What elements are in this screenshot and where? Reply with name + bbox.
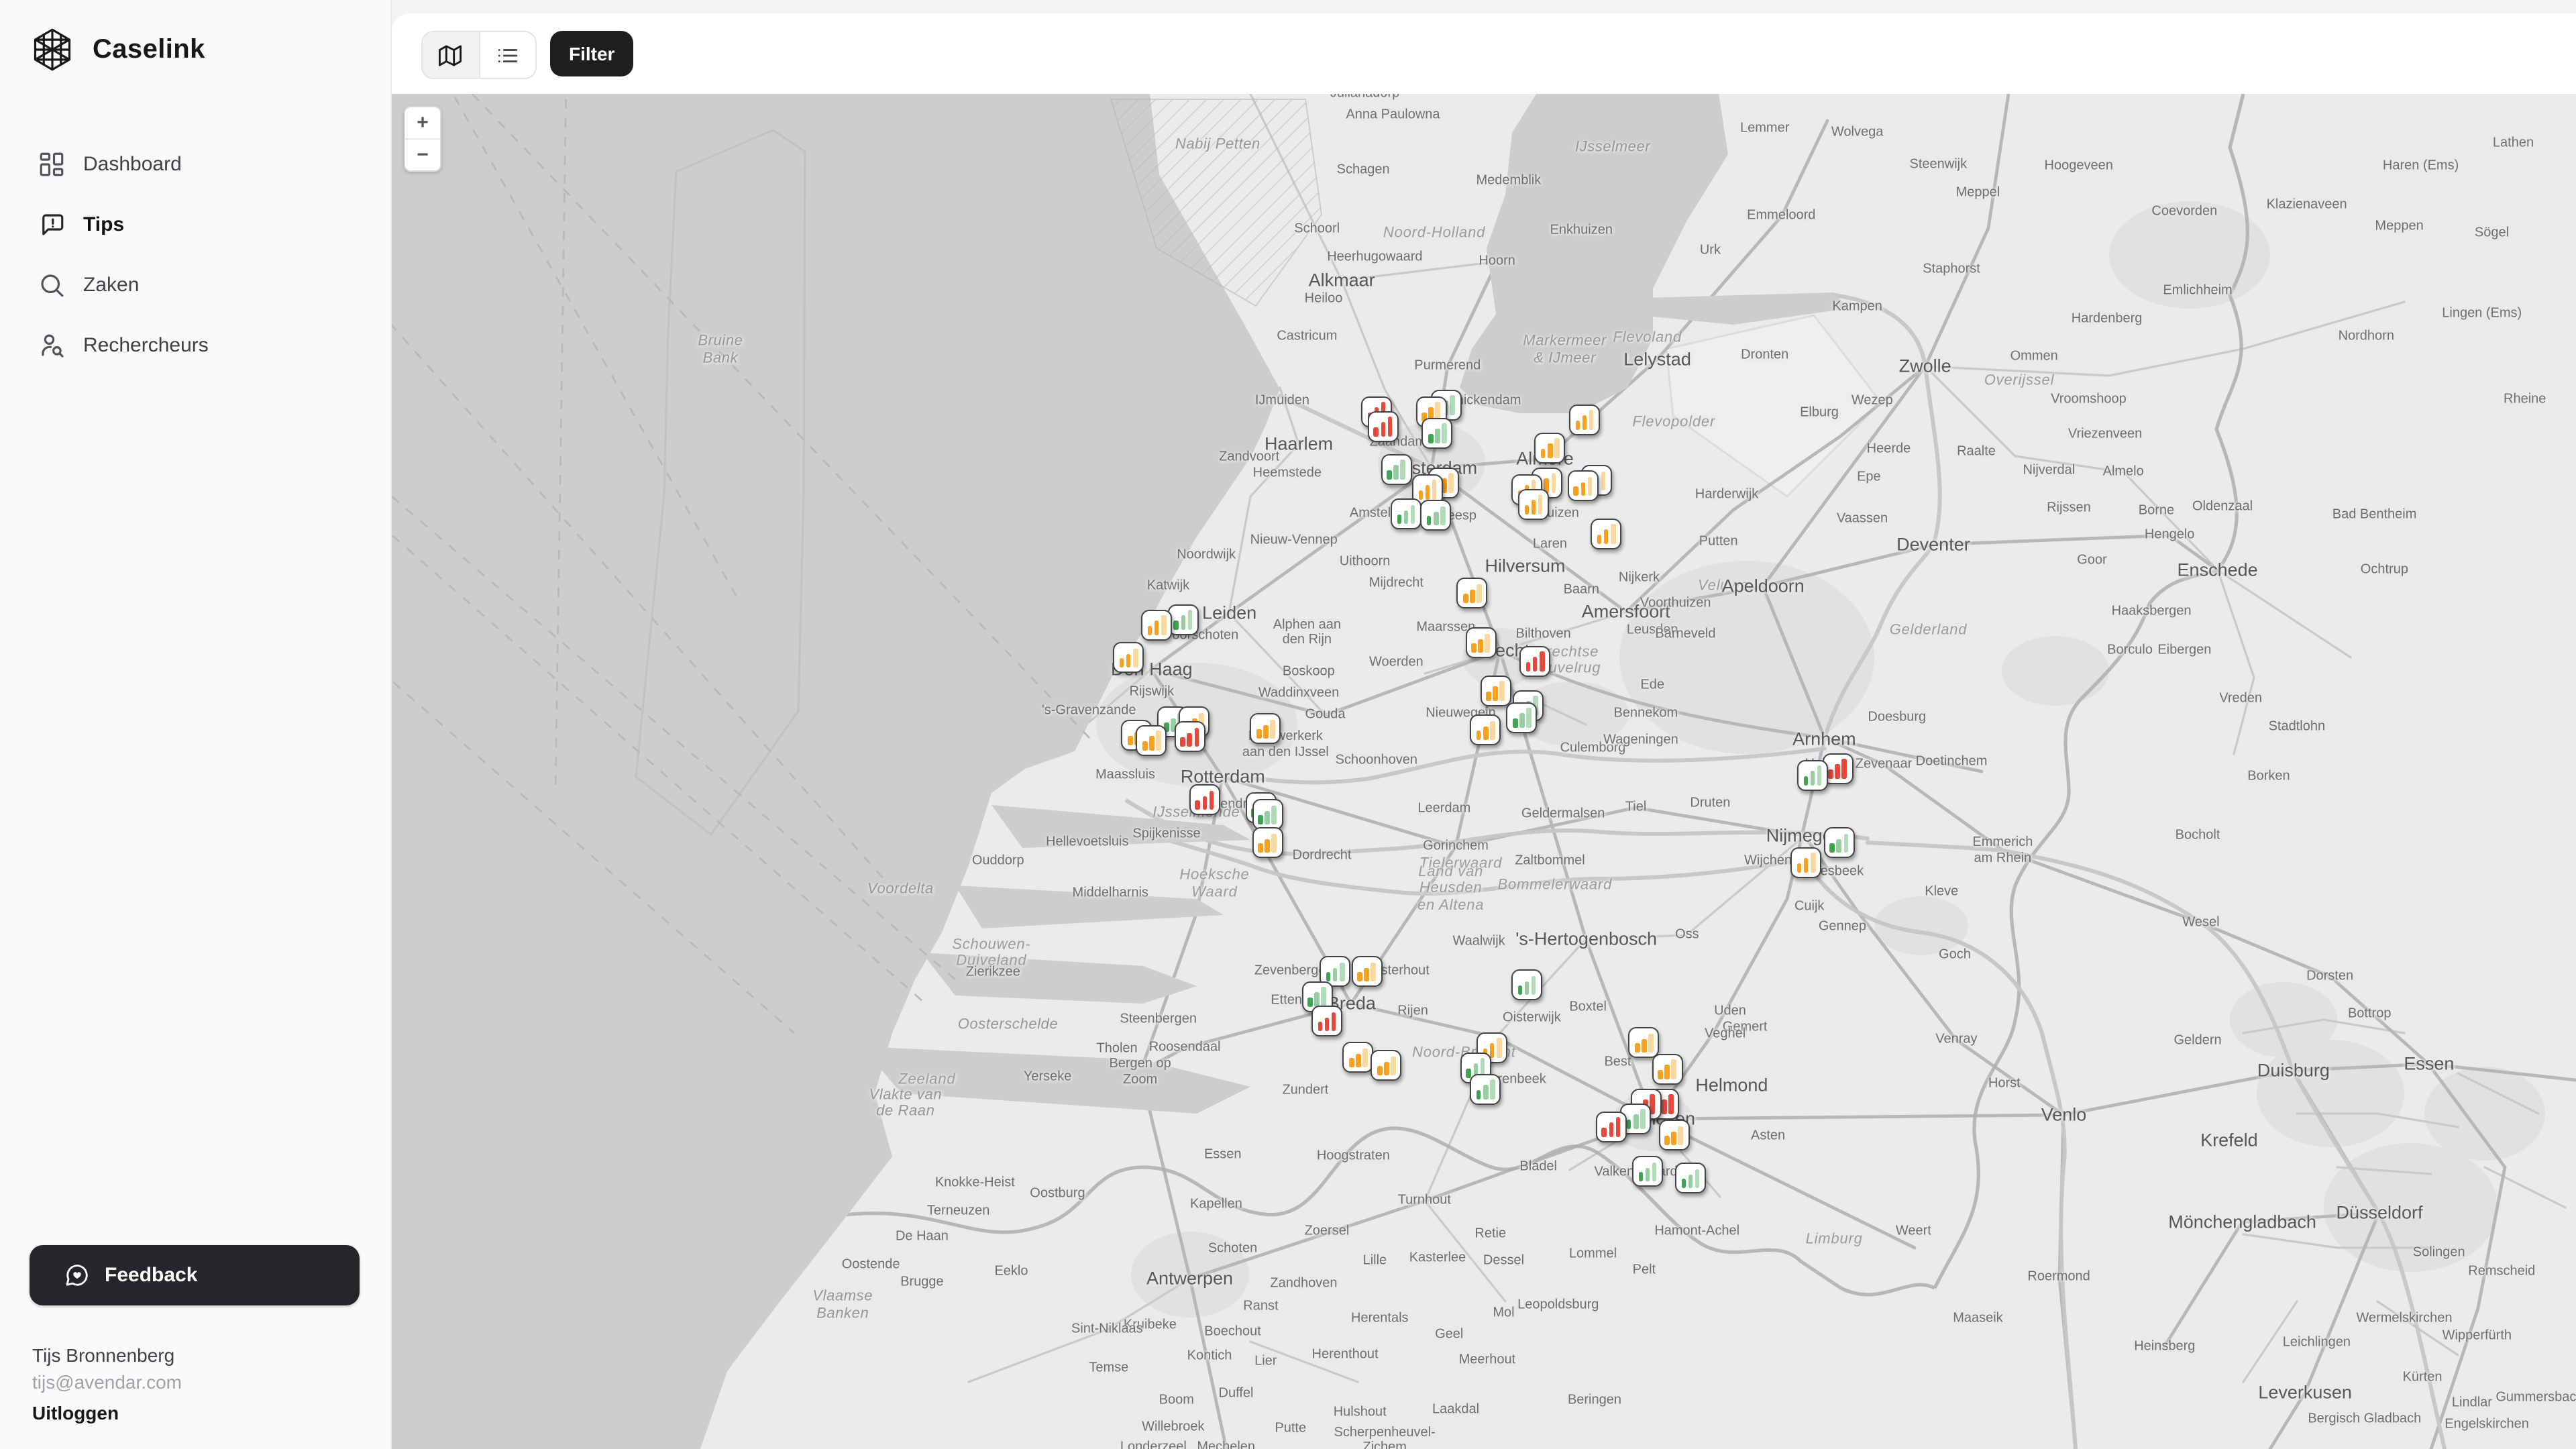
chart-marker-green[interactable] xyxy=(1421,500,1452,531)
chart-marker-red[interactable] xyxy=(1519,645,1550,676)
chart-marker-orange[interactable] xyxy=(1252,827,1283,858)
map-view-icon xyxy=(439,44,462,66)
user-block: Tijs Bronnenberg tijs@avendar.com Uitlog… xyxy=(32,1342,182,1426)
chart-marker-green[interactable] xyxy=(1675,1163,1706,1193)
chart-marker-green[interactable] xyxy=(1507,702,1538,733)
chart-marker-green[interactable] xyxy=(1252,799,1283,830)
sidebar-item-zaken[interactable]: Zaken xyxy=(0,255,390,315)
cube-wireframe-icon xyxy=(30,27,75,72)
feedback-button[interactable]: Feedback xyxy=(30,1245,360,1305)
logo: Caselink xyxy=(30,27,205,72)
chart-marker-orange[interactable] xyxy=(1465,627,1496,658)
feedback-heart-bubble-icon xyxy=(64,1263,90,1288)
zoom-out-button[interactable]: − xyxy=(405,138,440,170)
caselink-app: Caselink DashboardTipsZakenRechercheurs … xyxy=(0,0,2576,1449)
sidebar-item-label: Dashboard xyxy=(83,153,182,176)
sidebar-item-dashboard[interactable]: Dashboard xyxy=(0,134,390,195)
filter-button[interactable]: Filter xyxy=(550,31,633,76)
map-zoom-control: + − xyxy=(404,106,441,172)
dashboard-icon xyxy=(38,150,66,178)
chart-marker-green[interactable] xyxy=(1824,827,1855,858)
user-search-icon xyxy=(38,331,66,360)
view-toggle xyxy=(421,31,537,79)
map-view-button[interactable] xyxy=(423,32,478,78)
sidebar-item-rechercheurs[interactable]: Rechercheurs xyxy=(0,315,390,376)
chart-marker-red[interactable] xyxy=(1596,1112,1627,1142)
sidebar-item-label: Tips xyxy=(83,213,124,236)
chart-marker-red[interactable] xyxy=(1311,1006,1342,1036)
list-view-button[interactable] xyxy=(478,32,535,78)
chart-marker-orange[interactable] xyxy=(1629,1027,1660,1058)
app-title: Caselink xyxy=(93,34,205,65)
map-canvas[interactable]: + − JulianadorpAnna PaulownaNabij Petten… xyxy=(392,94,2576,1449)
chart-marker-red[interactable] xyxy=(1175,722,1205,753)
sidebar-item-label: Rechercheurs xyxy=(83,334,209,357)
chart-marker-orange[interactable] xyxy=(1343,1042,1374,1073)
list-view-icon xyxy=(496,44,519,66)
toolbar: Filter xyxy=(392,13,2576,94)
chart-marker-orange[interactable] xyxy=(1652,1054,1682,1085)
feedback-label: Feedback xyxy=(105,1264,197,1287)
chart-marker-green[interactable] xyxy=(1511,969,1542,1000)
chart-marker-orange[interactable] xyxy=(1569,405,1600,435)
chart-marker-orange[interactable] xyxy=(1534,433,1565,464)
logout-link[interactable]: Uitloggen xyxy=(32,1399,182,1426)
chart-marker-green[interactable] xyxy=(1168,604,1199,635)
chart-marker-orange[interactable] xyxy=(1658,1120,1689,1150)
tips-bubble-icon xyxy=(38,211,66,239)
chart-marker-green[interactable] xyxy=(1381,454,1411,485)
chart-marker-red[interactable] xyxy=(1368,411,1399,442)
chart-marker-orange[interactable] xyxy=(1351,956,1382,987)
main-panel: Filter xyxy=(392,13,2576,1449)
sidebar-item-tips[interactable]: Tips xyxy=(0,195,390,255)
chart-marker-orange[interactable] xyxy=(1480,676,1511,706)
chart-marker-green[interactable] xyxy=(1422,417,1453,448)
zoom-in-button[interactable]: + xyxy=(405,107,440,138)
user-email: tijs@avendar.com xyxy=(32,1369,182,1397)
chart-marker-orange[interactable] xyxy=(1518,488,1549,519)
user-name: Tijs Bronnenberg xyxy=(32,1342,182,1369)
chart-marker-green[interactable] xyxy=(1632,1156,1663,1187)
sidebar: Caselink DashboardTipsZakenRechercheurs … xyxy=(0,0,392,1449)
chart-marker-green[interactable] xyxy=(1470,1073,1501,1104)
search-icon xyxy=(38,271,66,299)
chart-marker-orange[interactable] xyxy=(1371,1051,1402,1081)
basemap-graphics xyxy=(392,94,2576,1449)
chart-marker-green[interactable] xyxy=(1391,498,1421,529)
chart-marker-orange[interactable] xyxy=(1113,642,1144,673)
sidebar-nav: Dashboard Tips Zaken Rechercheurs xyxy=(0,134,390,376)
chart-marker-orange[interactable] xyxy=(1136,725,1167,756)
chart-marker-orange[interactable] xyxy=(1790,847,1821,878)
chart-marker-red[interactable] xyxy=(1189,784,1220,815)
chart-marker-orange[interactable] xyxy=(1470,715,1501,746)
chart-marker-orange[interactable] xyxy=(1141,609,1172,640)
chart-marker-orange[interactable] xyxy=(1250,713,1281,744)
chart-marker-green[interactable] xyxy=(1797,759,1828,790)
sidebar-item-label: Zaken xyxy=(83,274,139,297)
chart-marker-orange[interactable] xyxy=(1591,519,1621,549)
chart-marker-orange[interactable] xyxy=(1457,578,1488,608)
chart-marker-orange[interactable] xyxy=(1568,470,1599,501)
